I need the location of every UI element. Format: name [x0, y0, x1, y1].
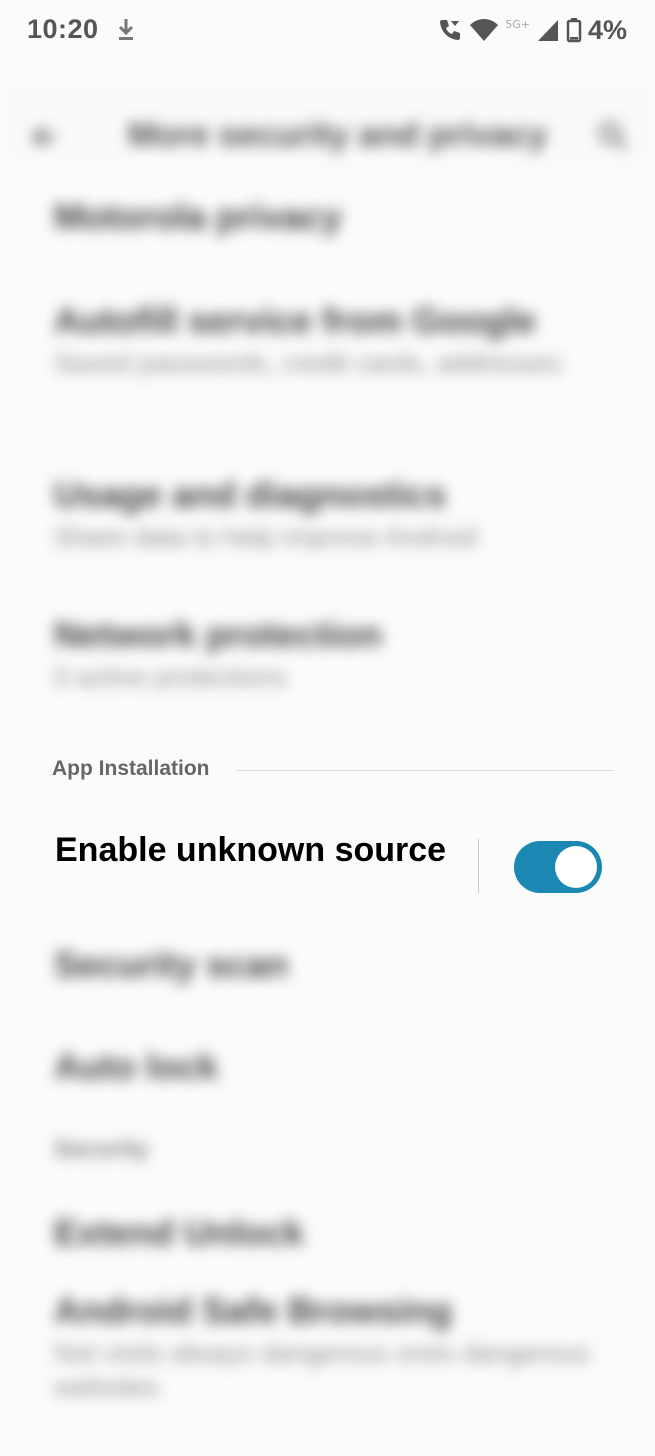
- category-app-installation: App Installation: [52, 757, 614, 783]
- pref-summary: Saved passwords, credit cards, addresses: [54, 348, 562, 379]
- status-icons: 5G+ 4%: [437, 14, 627, 46]
- pref-item-motorola-privacy[interactable]: Motorola privacy: [54, 196, 614, 237]
- signal-icon: [537, 20, 558, 41]
- enable-unknown-source-label: Enable unknown source: [55, 831, 447, 869]
- pref-title: Auto lock: [54, 1046, 219, 1087]
- pref-item-auto-lock[interactable]: Auto lock: [54, 1046, 614, 1087]
- pref-title: Android Safe Browsing: [54, 1290, 453, 1331]
- battery-percentage: 4%: [587, 14, 627, 45]
- pref-item-network-protection[interactable]: Network protection 0 active protections: [54, 614, 614, 695]
- wifi-icon: [470, 19, 499, 41]
- pref-title: Security scan: [54, 944, 289, 985]
- pref-item-safe-browsing[interactable]: Android Safe Browsing Not visits always …: [54, 1290, 614, 1405]
- pref-summary: 0 active protections: [54, 662, 287, 693]
- pref-summary: Not visits always dangerous ones dangero…: [54, 1338, 590, 1403]
- pref-title: Autofill service from Google: [54, 300, 537, 341]
- pref-summary: Share data to help improve Android: [54, 522, 478, 553]
- search-icon[interactable]: [597, 120, 629, 152]
- page-title: More security and privacy: [128, 116, 548, 154]
- back-arrow-icon[interactable]: [30, 122, 60, 152]
- pref-item-extend-unlock[interactable]: Extend Unlock: [54, 1212, 614, 1253]
- battery-icon: [566, 18, 582, 43]
- download-icon: [118, 19, 134, 40]
- wifi-call-icon: [440, 20, 461, 40]
- pref-item-security-scan[interactable]: Security scan: [54, 944, 614, 985]
- category-security: Security: [54, 1136, 149, 1163]
- pref-title: Extend Unlock: [54, 1212, 305, 1253]
- pref-title: Usage and diagnostics: [54, 474, 447, 515]
- category-label: App Installation: [52, 757, 218, 781]
- pref-item-autofill[interactable]: Autofill service from Google Saved passw…: [54, 300, 614, 381]
- category-divider: [236, 770, 614, 771]
- status-time: 10:20: [27, 14, 99, 44]
- pref-title: Motorola privacy: [54, 196, 343, 237]
- network-type-label: 5G+: [505, 17, 530, 31]
- row-divider: [478, 839, 479, 893]
- enable-unknown-source-row[interactable]: Enable unknown source: [0, 815, 655, 925]
- app-header: More security and privacy: [0, 80, 655, 164]
- toggle-thumb: [555, 846, 597, 888]
- status-bar: 10:20 5G+ 4%: [0, 0, 655, 62]
- enable-unknown-source-toggle[interactable]: [514, 841, 602, 893]
- pref-item-usage-diagnostics[interactable]: Usage and diagnostics Share data to help…: [54, 474, 614, 555]
- pref-title: Network protection: [54, 614, 383, 655]
